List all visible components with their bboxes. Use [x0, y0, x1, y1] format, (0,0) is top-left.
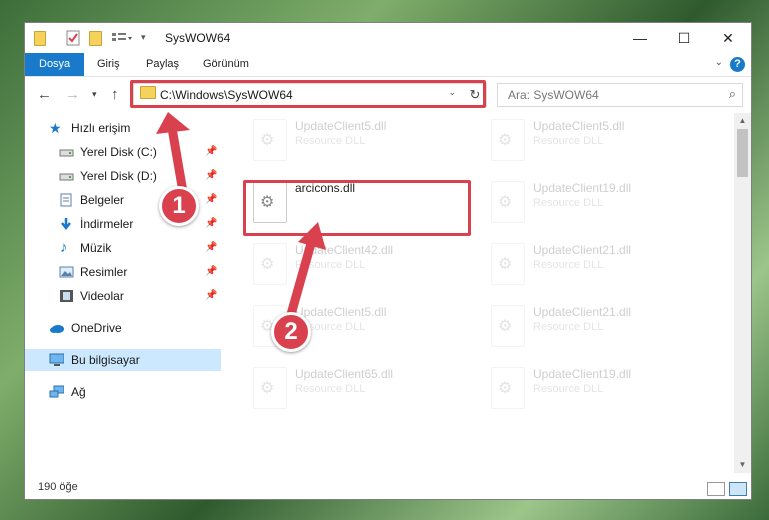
arrow-to-address-bar [156, 112, 190, 197]
step-two-badge: 2 [271, 312, 311, 352]
step-one-badge: 1 [159, 186, 199, 226]
annotation-arrows [156, 112, 326, 323]
arrow-to-file [285, 222, 326, 323]
